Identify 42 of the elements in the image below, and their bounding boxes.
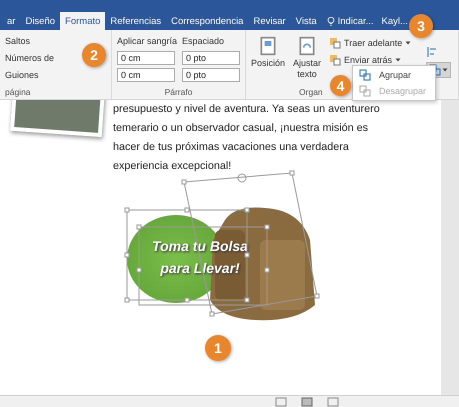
ribbon-tab[interactable]: Vista xyxy=(290,12,322,30)
send-backward-icon xyxy=(329,54,342,66)
ribbon-command[interactable]: Guiones xyxy=(5,68,54,82)
ribbon-command[interactable]: Números de xyxy=(5,51,54,65)
bring-forward-button[interactable]: Traer adelante xyxy=(329,36,412,50)
lightbulb-icon xyxy=(326,16,336,26)
print-layout-icon xyxy=(301,396,313,407)
ribbon-tab[interactable]: Correspondencia xyxy=(166,12,248,30)
caret-icon xyxy=(442,67,448,73)
vertical-scrollbar[interactable] xyxy=(441,100,459,395)
ribbon-tab[interactable]: Formato xyxy=(60,12,106,30)
align-icon xyxy=(426,46,438,58)
field-label: Espaciado xyxy=(182,35,226,48)
ribbon-tab[interactable]: Revisar xyxy=(248,12,291,30)
ribbon-tab[interactable]: ar xyxy=(2,12,20,30)
caret-icon xyxy=(405,40,412,46)
ribbon-tab[interactable]: Diseño xyxy=(20,12,60,30)
menu-item[interactable]: Agrupar xyxy=(353,67,435,83)
spacing-before-field[interactable]: 0 pto xyxy=(182,51,240,65)
bring-forward-icon xyxy=(329,37,342,49)
user-name[interactable]: Kayl... xyxy=(378,12,412,30)
read-mode-icon xyxy=(275,396,287,407)
spacing-after-field[interactable]: 0 pto xyxy=(182,68,240,82)
indent-left-field[interactable]: 0 cm xyxy=(117,51,175,65)
group-label: Organ xyxy=(299,87,323,99)
wrap-text-button[interactable]: Ajustar texto xyxy=(290,34,324,87)
group-label: página xyxy=(5,87,31,99)
indent-right-field[interactable]: 0 cm xyxy=(117,68,175,82)
slogan-text: Toma tu Bolsa para Llevar! xyxy=(151,237,249,278)
group-label: Párrafo xyxy=(164,87,192,99)
ribbon-command[interactable]: Saltos xyxy=(5,34,54,48)
tell-me-field[interactable]: Indicar... xyxy=(322,12,378,30)
field-label: Aplicar sangría xyxy=(117,35,178,48)
position-button[interactable]: Posición xyxy=(251,34,286,87)
ribbon-tab[interactable]: Referencias xyxy=(105,12,166,30)
web-layout-icon xyxy=(327,396,339,407)
caret-icon xyxy=(395,57,402,63)
group-objects-icon xyxy=(359,85,371,97)
body-paragraph: presupuesto y nivel de aventura. Ya seas un aventurero temerario o un observador casual, ¡nuestra misión es hacer de tus próximas vacaciones una verdadera experiencia excepcional! xyxy=(113,102,380,174)
picture-icon xyxy=(258,34,278,58)
wrap-text-icon xyxy=(297,34,318,58)
group-objects-icon xyxy=(359,69,371,81)
